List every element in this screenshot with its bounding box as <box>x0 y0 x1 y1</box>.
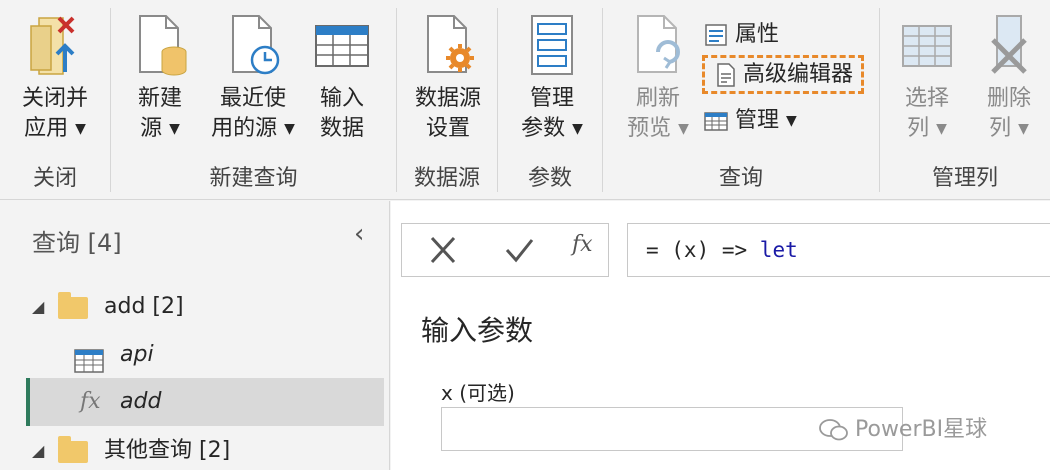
remove-columns-icon <box>979 12 1039 78</box>
advanced-editor-button[interactable]: 高级编辑器 <box>701 55 865 94</box>
data-source-settings-button[interactable]: 数据源 设置 <box>405 12 491 144</box>
new-source-button[interactable]: 新建 源 ▼ <box>125 12 195 144</box>
queries-pane-title: 查询 [4] <box>32 229 122 257</box>
cancel-icon[interactable] <box>428 232 458 272</box>
query-item-add[interactable]: fx add <box>26 378 384 426</box>
group-label-query: 查询 <box>718 166 763 191</box>
chevron-down-icon: ▼ <box>936 121 947 137</box>
group-data-sources: 数据源 设置 数据源 <box>397 0 497 200</box>
choose-columns-icon <box>897 12 957 78</box>
table-icon <box>74 343 104 373</box>
function-icon: fx <box>80 389 101 414</box>
expand-triangle-icon[interactable]: ◢ <box>32 427 44 470</box>
group-new-query: 新建 源 ▼ 最近使 用的源 ▼ 输入 数据 新建查询 <box>111 0 396 200</box>
formula-input[interactable]: = (x) => let <box>627 223 1050 277</box>
parameters-icon <box>522 12 582 78</box>
parameters-title: 输入参数 <box>421 314 534 347</box>
properties-icon <box>703 22 729 48</box>
param-x-label: x (可选) <box>441 381 515 405</box>
group-close: 关闭并 应用 ▼ 关闭 <box>0 0 110 200</box>
fx-icon[interactable]: fx <box>572 232 593 257</box>
manage-parameters-button[interactable]: 管理 参数 ▼ <box>512 12 592 144</box>
group-label-parameters: 参数 <box>527 166 572 191</box>
chevron-down-icon: ▼ <box>678 121 689 137</box>
properties-button[interactable]: 属性 <box>703 20 779 50</box>
choose-columns-button[interactable]: 选择 列 ▼ <box>892 12 962 144</box>
group-label-close: 关闭 <box>32 166 77 191</box>
query-folder-add[interactable]: ◢ add [2] <box>0 283 384 331</box>
refresh-icon <box>628 12 688 78</box>
recent-sources-button[interactable]: 最近使 用的源 ▼ <box>207 12 299 144</box>
formula-bar-buttons: fx <box>401 223 609 277</box>
watermark: PowerBI星球 <box>819 411 987 443</box>
expand-triangle-icon[interactable]: ◢ <box>32 283 44 331</box>
group-query: 刷新 预览 ▼ 属性 高级编辑器 管理 ▼ 查询 <box>603 0 879 200</box>
chevron-down-icon: ▼ <box>75 121 86 137</box>
group-label-manage-columns: 管理列 <box>931 166 998 191</box>
close-apply-icon <box>25 12 85 78</box>
group-label-data-sources: 数据源 <box>413 166 480 191</box>
table-icon <box>703 108 729 134</box>
chevron-down-icon: ▼ <box>572 121 583 137</box>
table-icon <box>312 12 372 78</box>
advanced-editor-highlight: 高级编辑器 <box>701 55 865 94</box>
advanced-editor-icon <box>713 62 739 88</box>
remove-columns-button[interactable]: 删除 列 ▼ <box>974 12 1044 144</box>
folder-icon <box>58 436 88 463</box>
chevron-down-icon: ▼ <box>786 113 797 129</box>
group-parameters: 管理 参数 ▼ 参数 <box>498 0 602 200</box>
queries-pane: 查询 [4] ‹ ◢ add [2] api fx add ◢ 其他查询 [2] <box>0 201 390 470</box>
enter-data-button[interactable]: 输入 数据 <box>309 12 375 144</box>
chevron-down-icon: ▼ <box>284 121 295 137</box>
chevron-down-icon: ▼ <box>1018 121 1029 137</box>
wechat-icon <box>819 418 849 442</box>
query-item-api[interactable]: api <box>0 331 384 379</box>
query-folder-other[interactable]: ◢ 其他查询 [2] <box>0 427 384 470</box>
recent-sources-icon <box>223 12 283 78</box>
refresh-preview-button[interactable]: 刷新 预览 ▼ <box>615 12 701 144</box>
new-source-icon <box>130 12 190 78</box>
chevron-down-icon: ▼ <box>169 121 180 137</box>
group-manage-columns: 选择 列 ▼ 删除 列 ▼ 管理列 <box>880 0 1050 200</box>
close-and-apply-button[interactable]: 关闭并 应用 ▼ <box>10 12 100 144</box>
group-label-new-query: 新建查询 <box>209 166 298 191</box>
ribbon: 关闭并 应用 ▼ 关闭 新建 源 ▼ 最近使 用的源 ▼ 输入 数据 新建查询 … <box>0 0 1050 200</box>
function-editor-pane: fx = (x) => let 输入参数 x (可选) PowerBI星球 <box>391 201 1050 470</box>
settings-gear-icon <box>418 12 478 78</box>
manage-query-button[interactable]: 管理 ▼ <box>703 106 797 136</box>
folder-icon <box>58 292 88 319</box>
commit-check-icon[interactable] <box>504 232 534 272</box>
collapse-pane-icon[interactable]: ‹ <box>354 219 364 249</box>
